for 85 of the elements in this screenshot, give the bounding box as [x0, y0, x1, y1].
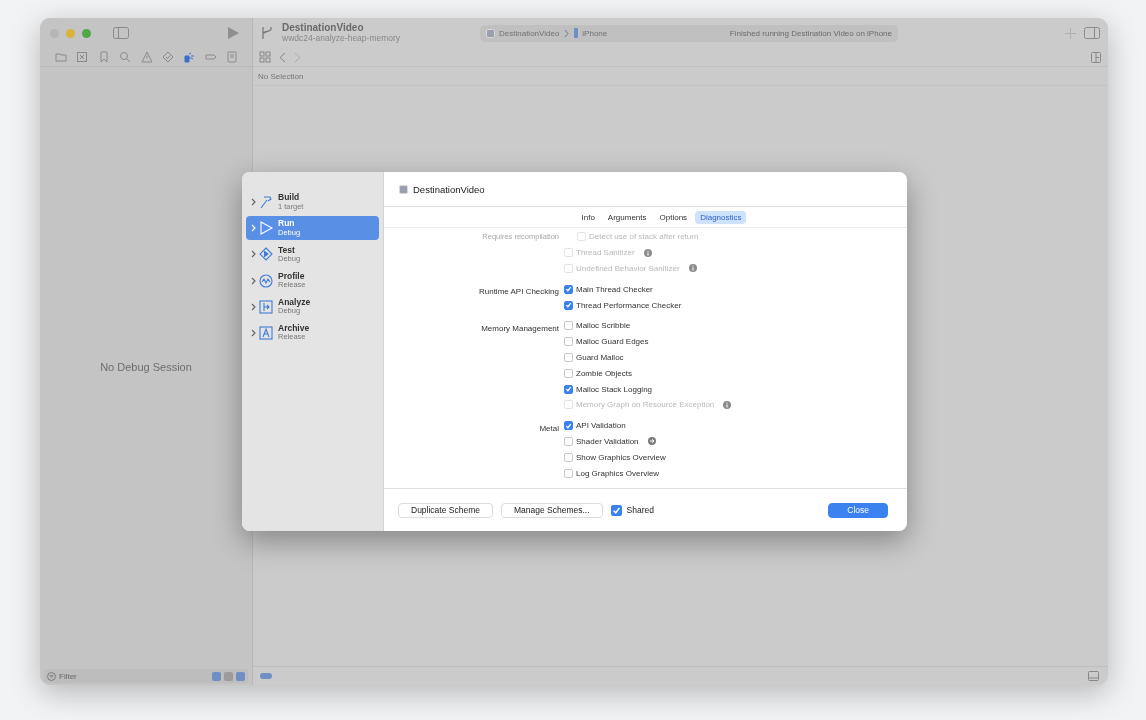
option-label: Thread Performance Checker: [576, 300, 682, 310]
checkbox[interactable]: [610, 504, 622, 516]
option-label: Thread Sanitizer: [576, 248, 635, 258]
status-text: Finished running Destination Video on iPhone: [729, 28, 892, 38]
hammer-icon: [259, 195, 273, 209]
checkbox[interactable]: [564, 421, 573, 431]
spray-icon[interactable]: [183, 51, 196, 63]
run-icon[interactable]: [228, 27, 239, 39]
dialog-button[interactable]: Manage Schemes...: [501, 502, 603, 518]
inspector-toggle-icon[interactable]: [1084, 27, 1100, 39]
sidebar-toggle-icon[interactable]: [113, 27, 129, 39]
section-label: Runtime API Checking: [478, 287, 559, 297]
checkbox[interactable]: [564, 300, 573, 310]
bookmark-icon[interactable]: [97, 51, 110, 63]
x-square-icon[interactable]: [76, 51, 89, 63]
tab[interactable]: Diagnostics: [695, 210, 747, 224]
bracket-icon: [259, 299, 273, 314]
option-label: Undefined Behavior Sanitizer: [576, 264, 680, 273]
option-label: Malloc Guard Edges: [576, 337, 649, 347]
checkbox[interactable]: [564, 368, 573, 378]
checkbox[interactable]: [564, 337, 573, 347]
filter-field[interactable]: Filter: [44, 669, 248, 683]
back-icon[interactable]: [279, 51, 286, 63]
checkbox[interactable]: [564, 352, 573, 362]
checkbox[interactable]: [564, 384, 573, 394]
document-icon[interactable]: [226, 51, 238, 63]
disclosure-icon[interactable]: [251, 328, 256, 337]
option-label: Malloc Scribble: [576, 321, 631, 331]
disclosure-icon[interactable]: [251, 250, 256, 259]
archive-icon: [259, 325, 273, 340]
folder-icon[interactable]: [55, 51, 67, 63]
checkbox[interactable]: [564, 452, 573, 462]
disclosure-icon[interactable]: [251, 198, 256, 206]
app-icon: [486, 28, 495, 38]
checkbox[interactable]: [564, 321, 573, 331]
app-icon: [399, 184, 408, 194]
section-label: Metal: [539, 423, 559, 433]
filter-icon: [47, 671, 56, 681]
checkbox-label: Shared: [626, 505, 654, 515]
disclosure-icon[interactable]: [251, 302, 256, 311]
dialog-button[interactable]: Duplicate Scheme: [398, 502, 493, 518]
diamond-icon: [259, 247, 273, 262]
tab[interactable]: Options: [654, 210, 693, 224]
branch-icon: [260, 26, 274, 40]
search-icon[interactable]: [119, 51, 132, 63]
branch-name: wwdc24-analyze-heap-memory: [282, 33, 402, 43]
diamond-icon[interactable]: [161, 51, 174, 63]
option-label: Shader Validation: [576, 436, 639, 446]
forward-icon[interactable]: [294, 51, 301, 63]
option-label: Malloc Stack Logging: [576, 384, 653, 394]
scope-toggle-icon[interactable]: [212, 671, 221, 681]
checkbox[interactable]: [564, 284, 573, 294]
chevron-icon: [564, 28, 570, 38]
play-icon: [259, 221, 273, 236]
minimize-window-button[interactable]: [66, 28, 75, 38]
person-toggle-icon[interactable]: [236, 671, 245, 681]
zoom-window-button[interactable]: [82, 28, 91, 38]
option-label: Log Graphics Overview: [576, 468, 660, 478]
option-label: Zombie Objects: [576, 368, 633, 378]
empty-state-text: No Debug Session: [100, 361, 192, 373]
split-icon[interactable]: [1091, 51, 1101, 63]
checkbox[interactable]: [564, 436, 573, 446]
project-title: DestinationVideo: [282, 23, 365, 34]
panel-toggle-icon[interactable]: [1088, 671, 1099, 681]
section-label: Memory Management: [481, 323, 559, 333]
breakpoints-toggle-icon[interactable]: [260, 673, 272, 679]
path-text: No Selection: [258, 71, 304, 81]
warning-icon[interactable]: [140, 51, 153, 63]
tag-icon[interactable]: [204, 51, 217, 63]
option-label: Show Graphics Overview: [576, 452, 666, 462]
arrow-icon[interactable]: [647, 437, 656, 446]
tab[interactable]: Info: [576, 210, 600, 224]
tab[interactable]: Arguments: [602, 210, 652, 224]
grid-icon[interactable]: [259, 51, 271, 63]
option-label: Main Thread Checker: [576, 284, 653, 294]
view-toggle-icon[interactable]: [224, 671, 233, 681]
close-button[interactable]: Close: [828, 502, 888, 518]
option-label: Guard Malloc: [576, 352, 624, 362]
checkbox[interactable]: [564, 468, 573, 478]
add-icon[interactable]: [1065, 27, 1076, 39]
option-label: API Validation: [576, 421, 626, 431]
disclosure-icon[interactable]: [251, 276, 256, 285]
wave-icon: [259, 273, 273, 288]
phone-icon: [574, 28, 579, 38]
scheme-name: DestinationVideo: [413, 183, 485, 195]
